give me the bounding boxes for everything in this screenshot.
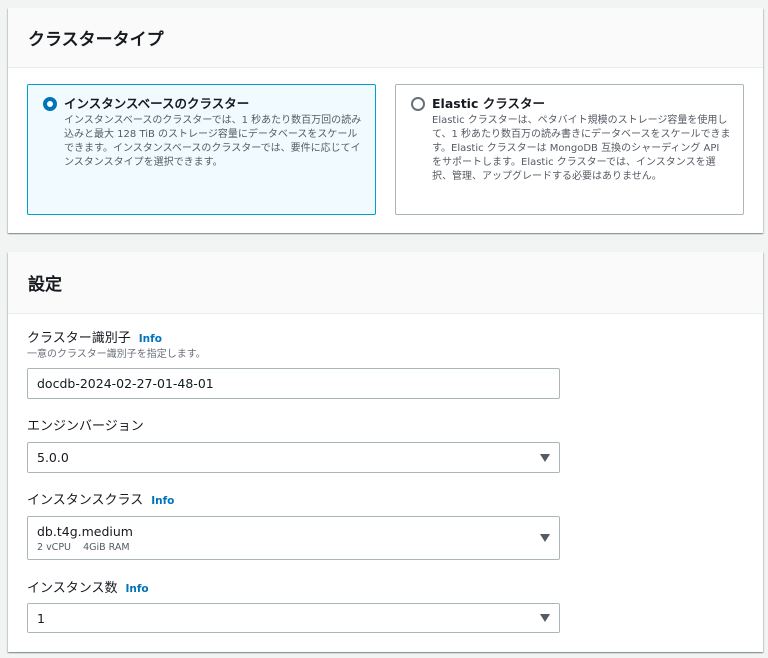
caret-down-icon [540,534,550,542]
instance-count-label: インスタンス数 [27,581,118,596]
elastic-cluster-title: Elastic クラスター [432,96,545,111]
engine-version-label: エンジンバージョン [27,419,144,434]
cluster-identifier-value: docdb-2024-02-27-01-48-01 [37,376,214,391]
instance-class-select[interactable]: db.t4g.medium 2 vCPU 4GiB RAM [27,516,560,560]
elastic-cluster-option[interactable]: Elastic クラスター Elastic クラスターは、ペタバイト規模のストレ… [395,84,744,215]
settings-panel: 設定 クラスター識別子 Info 一意のクラスター識別子を指定します。 docd… [8,252,763,652]
instance-class-field: インスタンスクラス Info db.t4g.medium 2 vCPU 4GiB… [27,492,560,560]
cluster-identifier-label: クラスター識別子 [27,331,131,346]
instance-class-info-link[interactable]: Info [151,492,174,510]
caret-down-icon [540,614,550,622]
instance-class-detail: 2 vCPU 4GiB RAM [37,541,130,553]
elastic-cluster-description: Elastic クラスターは、ペタバイト規模のストレージ容量を使用して、1 秒あ… [432,115,731,182]
cluster-type-heading: クラスタータイプ [28,30,164,50]
cluster-identifier-label-row: クラスター識別子 Info [27,330,560,348]
instance-count-select[interactable]: 1 [27,603,560,633]
instance-based-cluster-description: インスタンスベースのクラスターでは、1 秒あたり数百万回の読み込みと最大 128… [64,115,362,168]
instance-class-value: db.t4g.medium [37,523,133,539]
instance-class-option: db.t4g.medium 2 vCPU 4GiB RAM [37,524,133,553]
engine-version-select[interactable]: 5.0.0 [27,442,560,473]
instance-count-field: インスタンス数 Info 1 [27,580,560,633]
settings-heading: 設定 [28,275,62,295]
engine-version-label-row: エンジンバージョン [27,418,560,436]
instance-count-value: 1 [37,610,45,626]
instance-class-label: インスタンスクラス [27,493,144,508]
caret-down-icon [540,453,550,462]
cluster-type-header: クラスタータイプ [8,8,763,68]
instance-count-label-row: インスタンス数 Info [27,580,560,598]
radio-selected-icon[interactable] [43,97,57,111]
settings-header: 設定 [8,252,763,314]
instance-count-info-link[interactable]: Info [125,580,148,598]
radio-unselected-icon[interactable] [411,97,425,111]
cluster-identifier-field: クラスター識別子 Info 一意のクラスター識別子を指定します。 docdb-2… [27,330,560,399]
cluster-type-panel: クラスタータイプ インスタンスベースのクラスター インスタンスベースのクラスター… [8,8,763,233]
instance-based-cluster-option[interactable]: インスタンスベースのクラスター インスタンスベースのクラスターでは、1 秒あたり… [27,84,376,215]
cluster-identifier-input[interactable]: docdb-2024-02-27-01-48-01 [27,368,560,399]
engine-version-field: エンジンバージョン 5.0.0 [27,418,560,473]
engine-version-value: 5.0.0 [37,450,69,465]
cluster-identifier-info-link[interactable]: Info [139,330,162,348]
cluster-identifier-hint: 一意のクラスター識別子を指定します。 [27,349,206,360]
instance-based-cluster-title: インスタンスベースのクラスター [64,96,250,111]
instance-class-label-row: インスタンスクラス Info [27,492,560,510]
